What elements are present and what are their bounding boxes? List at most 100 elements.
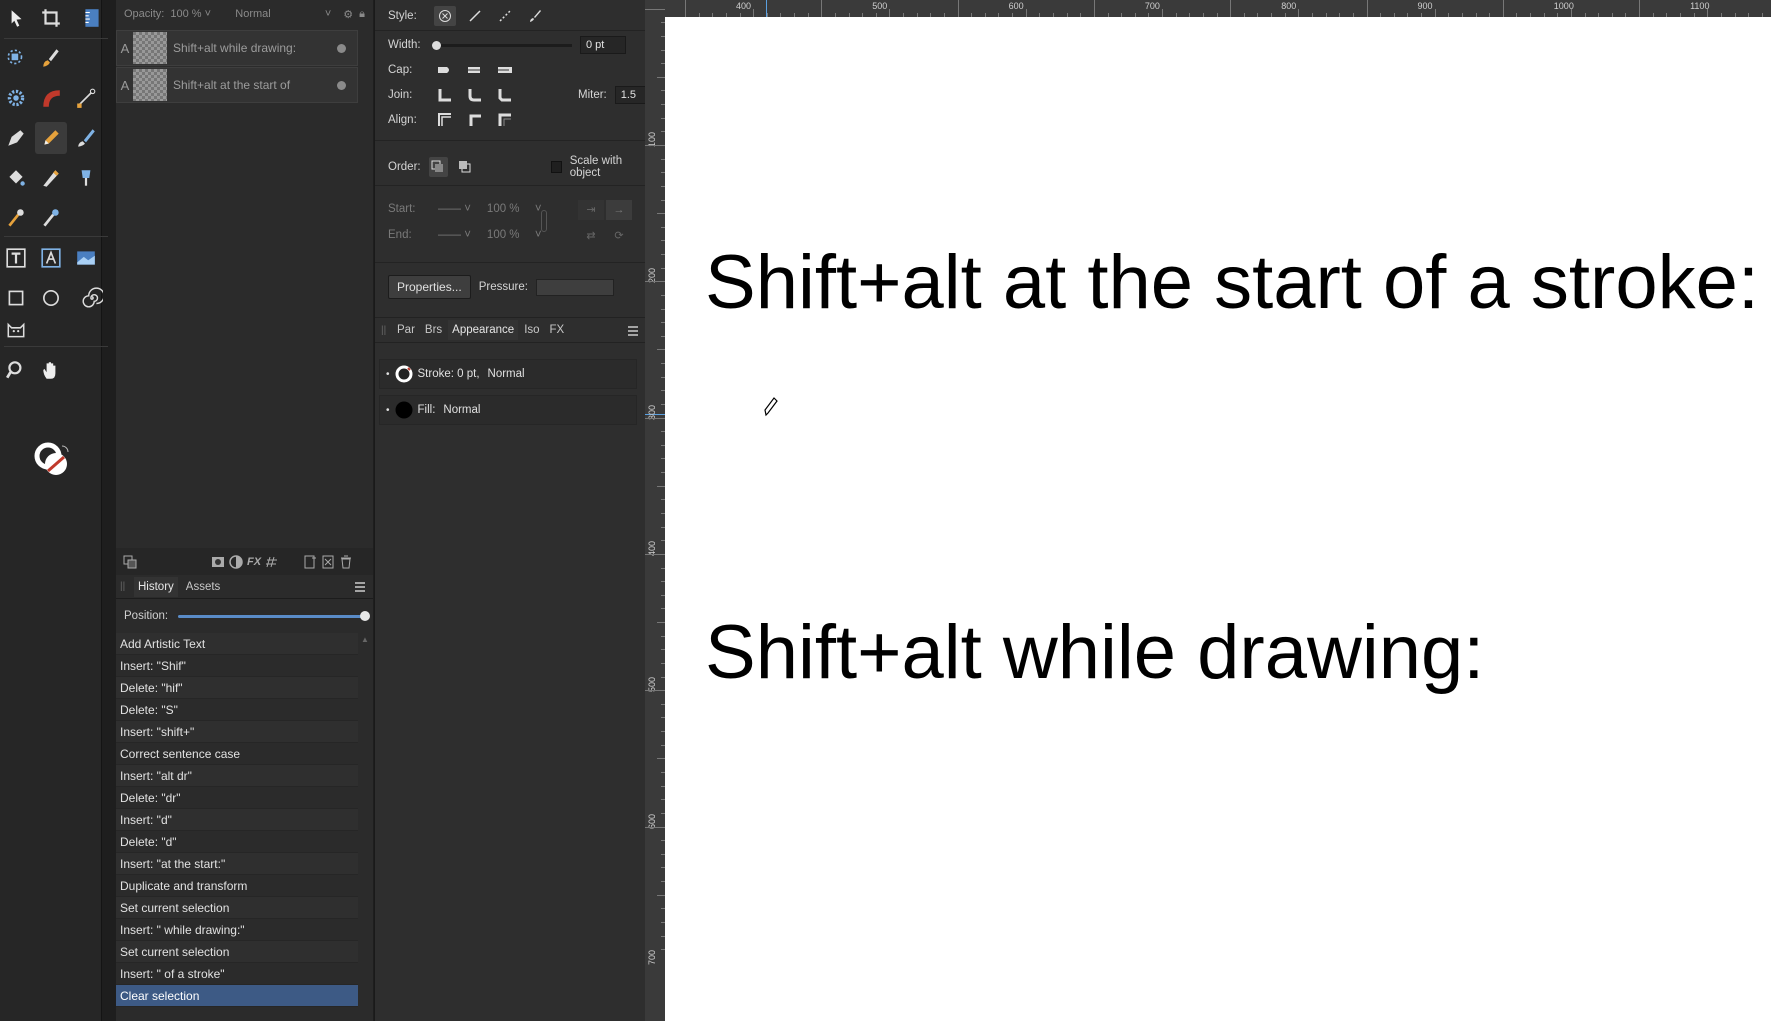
fx-icon[interactable]: FX	[246, 554, 262, 570]
gear-icon[interactable]: ⚙	[343, 8, 353, 21]
end-scale-field[interactable]: 100 %	[487, 229, 527, 241]
panel-grip-icon[interactable]: ||	[120, 581, 130, 592]
butt-cap-icon[interactable]	[434, 60, 456, 80]
panel-grip-icon[interactable]: ||	[381, 325, 391, 336]
group-layers-icon[interactable]	[320, 554, 336, 570]
tab-iso[interactable]: Iso	[520, 320, 543, 340]
layer-row[interactable]: A Shift+alt at the start of	[116, 67, 358, 103]
trash-icon[interactable]	[338, 554, 354, 570]
solid-line-style-icon[interactable]	[464, 6, 486, 26]
history-item[interactable]: Insert: "alt dr"	[116, 765, 358, 787]
align-center-icon[interactable]	[464, 110, 486, 130]
visibility-toggle-icon[interactable]	[337, 43, 346, 53]
align-inside-icon[interactable]	[434, 110, 456, 130]
width-slider[interactable]	[432, 40, 572, 50]
mask-icon[interactable]	[210, 554, 226, 570]
slider-knob[interactable]	[360, 610, 370, 621]
pixel-layer-icon[interactable]	[264, 554, 280, 570]
adjustment-icon[interactable]	[228, 554, 244, 570]
style-picker-icon[interactable]	[35, 202, 67, 234]
history-item[interactable]: Clear selection	[116, 985, 358, 1007]
history-item[interactable]: Delete: "d"	[116, 831, 358, 853]
selection-brush-icon[interactable]	[0, 42, 32, 74]
stroke-swatch-icon[interactable]	[394, 364, 414, 384]
bevel-join-icon[interactable]	[494, 85, 516, 105]
artistic-text-icon[interactable]	[0, 242, 32, 274]
stroke-appearance-row[interactable]: • Stroke: 0 pt, Normal	[379, 359, 637, 389]
stroke-fill-swatch-icon[interactable]	[32, 440, 72, 480]
brush-tool-icon[interactable]	[35, 42, 67, 74]
history-item[interactable]: Delete: "S"	[116, 699, 358, 721]
ruler-tool-icon[interactable]	[76, 2, 108, 34]
ellipse-tool-icon[interactable]	[35, 282, 67, 314]
history-item[interactable]: Set current selection	[116, 941, 358, 963]
vertical-ruler[interactable]: 100 200 300 400 500 600 700	[645, 0, 665, 1021]
history-item[interactable]: Insert: "at the start:"	[116, 853, 358, 875]
history-item[interactable]: Delete: "dr"	[116, 787, 358, 809]
pencil-tool-icon[interactable]	[35, 122, 67, 154]
align-outside-icon[interactable]	[494, 110, 516, 130]
align-arrowheads-icon[interactable]: ⇄	[578, 226, 604, 246]
history-item[interactable]: Insert: "d"	[116, 809, 358, 831]
artistic-text-while-drawing[interactable]: Shift+alt while drawing:	[705, 609, 1484, 696]
swap-arrowheads-icon[interactable]: ⇥	[578, 200, 604, 220]
panel-menu-icon[interactable]	[626, 324, 640, 338]
artistic-text-start-of-stroke[interactable]: Shift+alt at the start of a stroke:	[705, 239, 1759, 326]
link-scales-icon[interactable]	[541, 210, 547, 232]
arrow-position-icon[interactable]: →	[606, 200, 632, 220]
picture-frame-icon[interactable]	[70, 242, 102, 274]
tab-history[interactable]: History	[134, 576, 178, 597]
tab-fx[interactable]: FX	[546, 320, 569, 340]
slider-knob[interactable]	[432, 40, 441, 50]
place-image-icon[interactable]	[70, 162, 102, 194]
transparency-tool-icon[interactable]	[35, 162, 67, 194]
spiral-tool-icon[interactable]	[76, 282, 108, 314]
move-tool-icon[interactable]	[0, 2, 32, 34]
panel-menu-icon[interactable]	[353, 580, 367, 594]
start-arrowhead-dropdown[interactable]: —— ˅	[438, 203, 471, 215]
pressure-curve-preview[interactable]	[535, 278, 614, 296]
square-cap-icon[interactable]	[494, 60, 516, 80]
no-stroke-style-icon[interactable]	[434, 6, 456, 26]
crop-tool-icon[interactable]	[35, 2, 67, 34]
blend-mode-dropdown[interactable]: Normal ˅	[235, 8, 331, 20]
gear-tool-icon[interactable]	[0, 82, 32, 114]
history-item[interactable]: Duplicate and transform	[116, 875, 358, 897]
horizontal-ruler[interactable]: px 40050060070080090010001100	[645, 0, 1771, 17]
tab-paragraph[interactable]: Par	[393, 320, 419, 340]
rectangle-tool-icon[interactable]	[0, 282, 32, 314]
visibility-toggle-icon[interactable]	[337, 80, 346, 90]
scale-with-object-checkbox[interactable]	[550, 161, 562, 173]
layer-options-icon[interactable]	[122, 554, 138, 570]
fill-appearance-row[interactable]: • Fill: Normal	[379, 395, 637, 425]
history-item[interactable]: Insert: "Shif"	[116, 655, 358, 677]
history-item[interactable]: Delete: "hif"	[116, 677, 358, 699]
width-field[interactable]: 0 pt	[580, 36, 626, 54]
history-position-slider[interactable]	[178, 610, 370, 621]
fill-tool-icon[interactable]	[0, 162, 32, 194]
brush-stroke-style-icon[interactable]	[524, 6, 546, 26]
end-arrowhead-dropdown[interactable]: —— ˅	[438, 229, 471, 241]
history-item[interactable]: Set current selection	[116, 897, 358, 919]
frame-text-icon[interactable]	[35, 242, 67, 274]
add-layer-icon[interactable]	[302, 554, 318, 570]
color-picker-icon[interactable]	[0, 202, 32, 234]
miter-join-icon[interactable]	[434, 85, 456, 105]
history-item[interactable]: Insert: "shift+"	[116, 721, 358, 743]
round-join-icon[interactable]	[464, 85, 486, 105]
layer-row[interactable]: A Shift+alt while drawing:	[116, 30, 358, 66]
vector-brush-icon[interactable]	[70, 122, 102, 154]
corner-tool-icon[interactable]	[35, 82, 67, 114]
properties-button[interactable]: Properties...	[388, 275, 471, 299]
stroke-behind-icon[interactable]	[428, 157, 448, 177]
node-tool-icon[interactable]	[70, 82, 102, 114]
tab-appearance[interactable]: Appearance	[448, 320, 519, 340]
start-scale-field[interactable]: 100 %	[487, 203, 527, 215]
history-item[interactable]: Add Artistic Text	[116, 633, 358, 655]
opacity-dropdown[interactable]: 100 % ˅	[170, 8, 221, 20]
lock-icon[interactable]: 🔒︎	[359, 8, 365, 21]
history-item[interactable]: Insert: " while drawing:"	[116, 919, 358, 941]
dashed-line-style-icon[interactable]	[494, 6, 516, 26]
tab-brushes[interactable]: Brs	[421, 320, 446, 340]
document-canvas[interactable]: Shift+alt at the start of a stroke: Shif…	[665, 17, 1771, 1021]
